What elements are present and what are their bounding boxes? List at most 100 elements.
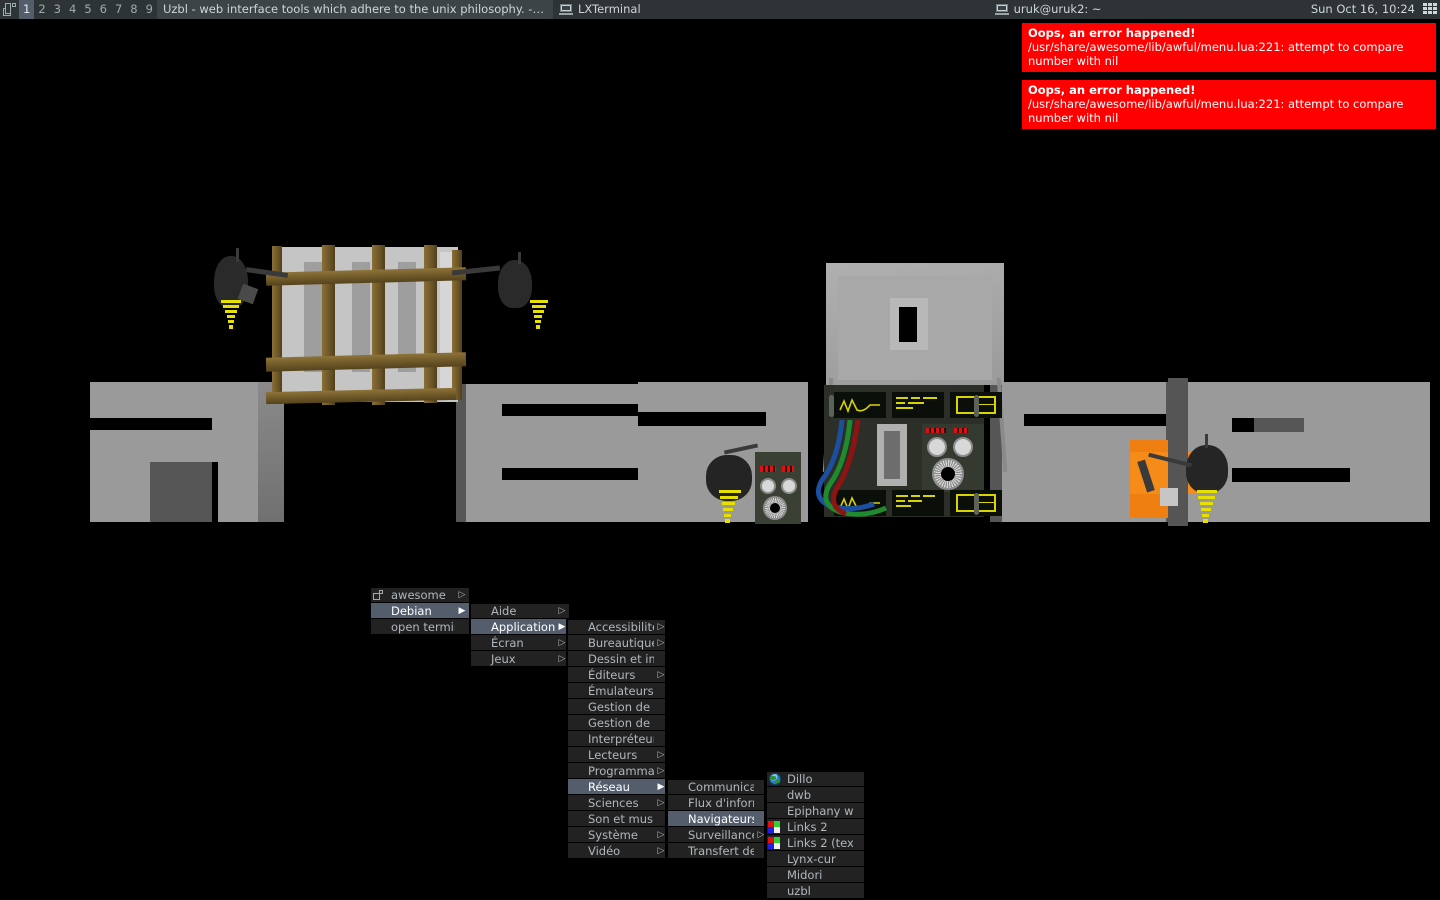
task-lxterminal[interactable]: LXTerminal [552, 0, 647, 19]
clock-widget[interactable]: Sun Oct 16, 10:24 [1304, 0, 1421, 19]
menu-item-sciences[interactable]: Sciences ▷ [567, 795, 665, 811]
menu-item-links-2[interactable]: Links 2 [766, 819, 864, 835]
tag-7[interactable]: 7 [110, 0, 127, 19]
tile-layout-icon[interactable] [0, 0, 19, 19]
menu-item-icon-placeholder [471, 652, 487, 666]
tile-layout-icon-part2 [5, 3, 11, 14]
notification-stack: Oops, an error happened! /usr/share/awes… [1021, 22, 1437, 130]
menu-item-son-et-musique[interactable]: Son et musique [567, 811, 665, 827]
menu-item-accessibilite[interactable]: Accessibilité ▷ [567, 619, 665, 635]
menu-item-navigateurs-web[interactable]: Navigateurs web [667, 811, 764, 827]
awesome-top-bar: 1 2 3 4 5 6 7 8 9 Uzbl - web interface t… [0, 0, 1440, 19]
menu-item-open-terminal[interactable]: open terminal [370, 619, 470, 635]
menu-item-label: Gestion de fichie [588, 715, 654, 730]
wallpaper-lamp-right-stem [1205, 434, 1208, 448]
notification-error-2[interactable]: Oops, an error happened! /usr/share/awes… [1021, 79, 1437, 130]
menu-item-dessin-et-image[interactable]: Dessin et image [567, 651, 665, 667]
task-uruk-term[interactable]: uruk@uruk2: ~ [988, 0, 1108, 19]
menu-item-surveillance[interactable]: Surveillance ▷ [667, 827, 764, 843]
menu-item-flux-d-information[interactable]: Flux d'informatio [667, 795, 764, 811]
grid-layout-icon[interactable] [1421, 0, 1440, 19]
wibox-right-zone: Sun Oct 16, 10:24 [1304, 0, 1440, 19]
wallpaper-machine-wave1 [839, 397, 880, 414]
menu-item-label: Midori [787, 867, 823, 882]
wallpaper-device-dial1 [760, 478, 776, 494]
menu-item-label: Son et musique [588, 811, 654, 826]
menu-item-label: Debian [391, 603, 432, 618]
menu-item-gestion-de-fichiers[interactable]: Gestion de fichie [567, 715, 665, 731]
menu-item-programmation[interactable]: Programmation ▷ [567, 763, 665, 779]
links-icon [767, 836, 783, 850]
grid-layout-cell [1423, 3, 1427, 6]
menu-item-lecteurs[interactable]: Lecteurs ▷ [567, 747, 665, 763]
menu-item-epiphany[interactable]: Epiphany web bro [766, 803, 864, 819]
menu-item-aide[interactable]: Aide ▷ [470, 603, 570, 619]
tag-8[interactable]: 8 [126, 0, 142, 19]
menu-item-ecran[interactable]: Écran ▷ [470, 635, 570, 651]
menu-item-emulateurs-de-terminaux[interactable]: Émulateurs de te [567, 683, 665, 699]
notification-error-1[interactable]: Oops, an error happened! /usr/share/awes… [1021, 22, 1437, 73]
menu-item-label: Navigateurs web [688, 811, 754, 826]
menu-item-video[interactable]: Vidéo ▷ [567, 843, 665, 859]
menu-item-gestion-de-donnees[interactable]: Gestion de donné [567, 699, 665, 715]
menu-item-label: Links 2 [787, 819, 828, 834]
menu-item-icon-placeholder [568, 652, 584, 666]
awesome-icon-a [373, 593, 380, 600]
menu-item-midori[interactable]: Midori [766, 867, 864, 883]
tag-9[interactable]: 9 [141, 0, 157, 19]
terminal-icon [994, 4, 1009, 15]
menu-item-awesome[interactable]: awesome ▷ [370, 587, 470, 603]
menu-item-label: Système [588, 827, 638, 842]
wallpaper-lamp-left-stem [236, 248, 239, 262]
menu-item-dillo[interactable]: Dillo [766, 771, 864, 787]
menu-item-applications[interactable]: Applications ▶ [470, 619, 570, 635]
menu-item-links-2-text[interactable]: Links 2 (text) [766, 835, 864, 851]
tag-3[interactable]: 3 [49, 0, 65, 19]
tag-1[interactable]: 1 [19, 0, 35, 19]
menu-item-icon-placeholder [668, 796, 684, 810]
task-uruk-term-title: uruk@uruk2: ~ [1013, 2, 1102, 16]
wallpaper-machine-dial-1 [927, 437, 947, 457]
menu-item-uzbl[interactable]: uzbl [766, 883, 864, 899]
menu-item-icon-placeholder [568, 716, 584, 730]
menu-item-bureautique[interactable]: Bureautique ▷ [567, 635, 665, 651]
wallpaper-beam-right-top [528, 300, 552, 332]
menu-reseau: Communication Flux d'informatio Navigate… [666, 778, 765, 860]
menu-item-label: Lecteurs [588, 747, 638, 762]
menu-item-transfert-de-fichiers[interactable]: Transfert de fich [667, 843, 764, 859]
task-uzbl[interactable]: Uzbl - web interface tools which adhere … [156, 0, 553, 19]
wallpaper-machine-dial-3-hole [941, 467, 955, 481]
menu-item-icon-placeholder [568, 828, 584, 842]
menu-item-reseau[interactable]: Réseau ▶ [567, 779, 665, 795]
menu-item-label: Vidéo [588, 843, 621, 858]
menu-item-dwb[interactable]: dwb [766, 787, 864, 803]
menu-item-label: Accessibilité [588, 620, 654, 634]
menu-item-interpreteurs-de-commandes[interactable]: Interpréteurs de [567, 731, 665, 747]
menu-item-systeme[interactable]: Système ▷ [567, 827, 665, 843]
task-lxterminal-title: LXTerminal [577, 2, 641, 16]
tag-4[interactable]: 4 [64, 0, 81, 19]
wallpaper-gap-1 [212, 462, 218, 522]
menu-item-debian[interactable]: Debian ▶ [370, 603, 470, 619]
awesome-icon-b [379, 590, 383, 594]
tag-6[interactable]: 6 [95, 0, 111, 19]
menu-item-icon-placeholder [568, 780, 584, 794]
tag-5[interactable]: 5 [80, 0, 96, 19]
terminal-icon-screen [561, 6, 570, 10]
menu-item-editeurs[interactable]: Éditeurs ▷ [567, 667, 665, 683]
menu-item-communication[interactable]: Communication [667, 779, 764, 795]
menu-item-lynx-cur[interactable]: Lynx-cur [766, 851, 864, 867]
desktop-wallpaper[interactable] [0, 0, 1440, 900]
menu-item-label: Surveillance [688, 827, 754, 842]
menu-item-icon-placeholder [568, 620, 584, 634]
menu-item-label: Bureautique [588, 635, 654, 650]
wallpaper-beam-center [715, 490, 743, 524]
notification-text: /usr/share/awesome/lib/awful/menu.lua:22… [1028, 97, 1404, 125]
grid-layout-cell [1428, 7, 1432, 10]
menu-item-jeux[interactable]: Jeux ▷ [470, 651, 570, 667]
menu-item-icon-placeholder [568, 732, 584, 746]
wallpaper-machine-dial-2 [953, 437, 973, 457]
tag-2[interactable]: 2 [34, 0, 50, 19]
chevron-right-icon: ▷ [657, 669, 665, 680]
globe-icon-land2 [775, 780, 780, 783]
